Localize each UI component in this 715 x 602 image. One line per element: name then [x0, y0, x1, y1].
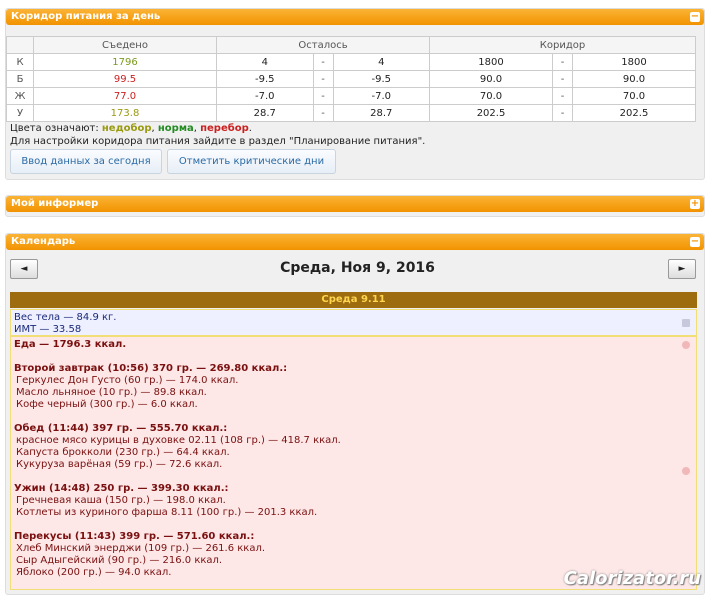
- day-label-bar: Среда 9.11: [10, 292, 697, 308]
- color-legend: Цвета означают: недобор, норма, перебор.…: [10, 122, 425, 148]
- food-block: Еда — 1796.3 ккал. Второй завтрак (10:56…: [10, 336, 697, 590]
- header-left: Осталось: [215, 36, 431, 54]
- food-total: Еда — 1796.3 ккал.: [14, 339, 127, 350]
- prev-day-button[interactable]: ◄: [10, 259, 38, 279]
- weight-block: Вес тела — 84.9 кг. ИМТ — 33.58: [10, 309, 697, 336]
- left-value-a: -9.5: [216, 70, 314, 88]
- corridor-value-a: 1800: [429, 53, 553, 71]
- corridor-dash: -: [552, 87, 573, 105]
- meals-list: Второй завтрак (10:56) 370 гр. — 269.80 …: [14, 351, 693, 579]
- table-row: Ж 77.0 -7.0- -7.0 70.0-70.0: [6, 87, 696, 105]
- collapse-icon[interactable]: −: [690, 12, 700, 22]
- row-label: К: [6, 53, 34, 71]
- informer-panel-header[interactable]: Мой информер +: [6, 196, 704, 212]
- eaten-value: 77.0: [33, 87, 217, 105]
- left-dash: -: [312, 87, 334, 105]
- enter-today-data-button[interactable]: Ввод данных за сегодня: [10, 149, 162, 174]
- corridor-title: Коридор питания за день: [11, 11, 161, 22]
- meal-item: Кофе черный (300 гр.) — 6.0 ккал.: [16, 399, 198, 410]
- meal-item: Кукуруза варёная (59 гр.) — 72.6 ккал.: [16, 459, 223, 470]
- meal-title: Обед (11:44) 397 гр. — 555.70 ккал.:: [14, 423, 228, 434]
- informer-panel: Мой информер +: [5, 195, 705, 217]
- corridor-value-b: 70.0: [572, 87, 696, 105]
- expand-icon[interactable]: +: [690, 199, 700, 209]
- scale-icon[interactable]: [682, 319, 690, 327]
- corridor-table: Съедено Осталось Коридор К 1796 4-4 1800-18…: [6, 36, 696, 122]
- left-value-b: -9.5: [332, 70, 431, 88]
- meal-item: Котлеты из куриного фарша 8.11 (100 гр.)…: [16, 507, 318, 518]
- eaten-value: 1796: [33, 53, 217, 71]
- apple-icon-2[interactable]: [682, 467, 690, 475]
- row-label: У: [6, 104, 34, 122]
- meal-item: Гречневая каша (150 гр.) — 198.0 ккал.: [16, 495, 226, 506]
- left-value-a: -7.0: [216, 87, 314, 105]
- collapse-icon[interactable]: −: [690, 237, 700, 247]
- meal-item: Капуста брокколи (230 гр.) — 64.4 ккал.: [16, 447, 230, 458]
- header-corridor: Коридор: [429, 36, 696, 54]
- corridor-value-a: 202.5: [429, 104, 553, 122]
- left-dash: -: [312, 104, 334, 122]
- meal-item: красное мясо курицы в духовке 02.11 (108…: [16, 435, 341, 446]
- corridor-value-b: 202.5: [572, 104, 696, 122]
- watermark-logo: Calorizator.ru: [563, 568, 701, 589]
- table-row: Б 99.5 -9.5- -9.5 90.0-90.0: [6, 70, 696, 88]
- bmi-line: ИМТ — 33.58: [14, 324, 82, 335]
- corridor-dash: -: [552, 70, 573, 88]
- next-day-button[interactable]: ►: [668, 259, 696, 279]
- meal-item: Масло льняное (10 гр.) — 89.8 ккал.: [16, 387, 207, 398]
- left-dash: -: [312, 70, 334, 88]
- corridor-value-a: 90.0: [429, 70, 553, 88]
- legend-norm: норма: [157, 123, 194, 134]
- legend-dot: .: [248, 123, 252, 134]
- legend-under: недобор: [101, 123, 152, 134]
- meal-title: Ужин (14:48) 250 гр. — 399.30 ккал.:: [14, 483, 229, 494]
- legend-line: Цвета означают: недобор, норма, перебор.: [10, 122, 425, 135]
- meal-title: Перекусы (11:43) 399 гр. — 571.60 ккал.:: [14, 531, 255, 542]
- left-dash: -: [312, 53, 334, 71]
- calendar-title: Календарь: [11, 236, 76, 247]
- corridor-rows: К 1796 4-4 1800-1800 Б 99.5 -9.5- -9.5 90.0-90.0…: [6, 53, 696, 122]
- calendar-panel-header[interactable]: Календарь −: [6, 234, 704, 250]
- meal-item: Геркулес Дон Густо (60 гр.) — 174.0 ккал…: [16, 375, 239, 386]
- corridor-dash: -: [552, 104, 573, 122]
- eaten-value: 99.5: [33, 70, 217, 88]
- meal-title: Второй завтрак (10:56) 370 гр. — 269.80 …: [14, 363, 288, 374]
- legend-over: перебор: [200, 123, 249, 134]
- left-value-b: 28.7: [332, 104, 431, 122]
- corridor-hint: Для настройки коридора питания зайдите в…: [10, 136, 426, 147]
- weight-line: Вес тела — 84.9 кг.: [14, 312, 117, 323]
- corridor-value-b: 90.0: [572, 70, 696, 88]
- table-row: У 173.8 28.7-28.7 202.5-202.5: [6, 104, 696, 122]
- row-label: Б: [6, 70, 34, 88]
- legend-prefix: Цвета означают:: [10, 123, 102, 134]
- left-value-b: 4: [332, 53, 431, 71]
- table-row: К 1796 4-4 1800-1800: [6, 53, 696, 71]
- row-label: Ж: [6, 87, 34, 105]
- mark-critical-days-button[interactable]: Отметить критические дни: [167, 149, 336, 174]
- calendar-date: Среда, Ноя 9, 2016: [280, 260, 435, 276]
- meal-item: Сыр Адыгейский (90 гр.) — 216.0 ккал.: [16, 555, 223, 566]
- table-header-row: Съедено Осталось Коридор: [6, 36, 696, 54]
- left-value-a: 4: [216, 53, 314, 71]
- apple-icon[interactable]: [682, 341, 690, 349]
- informer-title: Мой информер: [11, 198, 99, 209]
- eaten-value: 173.8: [33, 104, 217, 122]
- corridor-panel-header[interactable]: Коридор питания за день −: [6, 9, 704, 25]
- meal-item: Хлеб Минский энерджи (109 гр.) — 261.6 к…: [16, 543, 266, 554]
- left-value-b: -7.0: [332, 87, 431, 105]
- corridor-dash: -: [552, 53, 573, 71]
- corridor-value-b: 1800: [572, 53, 696, 71]
- corridor-value-a: 70.0: [429, 87, 553, 105]
- left-value-a: 28.7: [216, 104, 314, 122]
- header-eaten: Съедено: [33, 36, 217, 54]
- table-header-empty: [6, 36, 34, 54]
